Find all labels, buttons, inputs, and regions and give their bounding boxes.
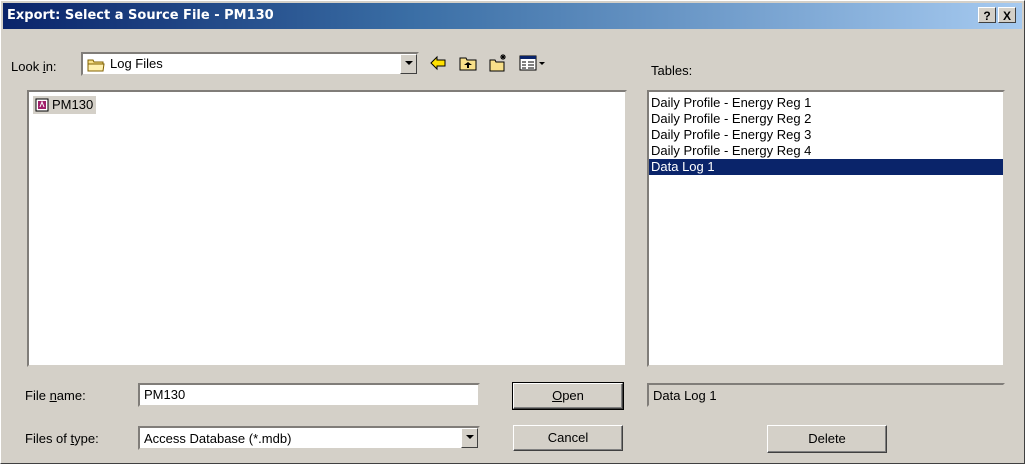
- export-dialog: Export: Select a Source File - PM130 ? X…: [0, 0, 1025, 464]
- chevron-down-icon[interactable]: [400, 54, 417, 74]
- table-item[interactable]: Daily Profile - Energy Reg 2: [649, 111, 1003, 127]
- close-button[interactable]: X: [998, 7, 1016, 23]
- tables-list[interactable]: Daily Profile - Energy Reg 1 Daily Profi…: [647, 90, 1005, 367]
- access-file-icon: [35, 98, 49, 112]
- file-type-value: Access Database (*.mdb): [144, 431, 292, 446]
- file-list[interactable]: PM130: [27, 90, 627, 367]
- tables-label: Tables:: [651, 63, 693, 78]
- table-item[interactable]: Daily Profile - Energy Reg 4: [649, 143, 1003, 159]
- selected-table-field: Data Log 1: [647, 383, 1005, 407]
- files-of-type-label: Files of type:: [25, 431, 99, 446]
- table-item[interactable]: Daily Profile - Energy Reg 3: [649, 127, 1003, 143]
- window-title: Export: Select a Source File - PM130: [7, 8, 274, 23]
- look-in-value: Log Files: [110, 56, 163, 71]
- help-button[interactable]: ?: [978, 7, 996, 23]
- delete-button[interactable]: Delete: [767, 425, 887, 453]
- table-item[interactable]: Daily Profile - Energy Reg 1: [649, 95, 1003, 111]
- file-name-text: PM130: [52, 97, 94, 112]
- look-in-label: Look in:: [11, 59, 57, 74]
- list-item[interactable]: PM130: [33, 96, 97, 114]
- file-type-dropdown[interactable]: Access Database (*.mdb): [138, 426, 480, 450]
- folder-icon: [87, 59, 105, 72]
- up-folder-icon[interactable]: [458, 53, 478, 73]
- table-item-selected[interactable]: Data Log 1: [649, 159, 1003, 175]
- file-name-label: File name:: [25, 388, 86, 403]
- back-icon[interactable]: [428, 53, 448, 73]
- chevron-down-icon[interactable]: [461, 428, 478, 448]
- view-menu-icon[interactable]: [518, 53, 548, 73]
- title-bar[interactable]: Export: Select a Source File - PM130 ? X: [3, 3, 1022, 29]
- file-name-field[interactable]: PM130: [138, 383, 480, 407]
- cancel-button[interactable]: Cancel: [513, 425, 623, 451]
- open-button[interactable]: Open: [512, 382, 624, 410]
- new-folder-icon[interactable]: [488, 53, 508, 73]
- look-in-dropdown[interactable]: Log Files: [81, 52, 419, 76]
